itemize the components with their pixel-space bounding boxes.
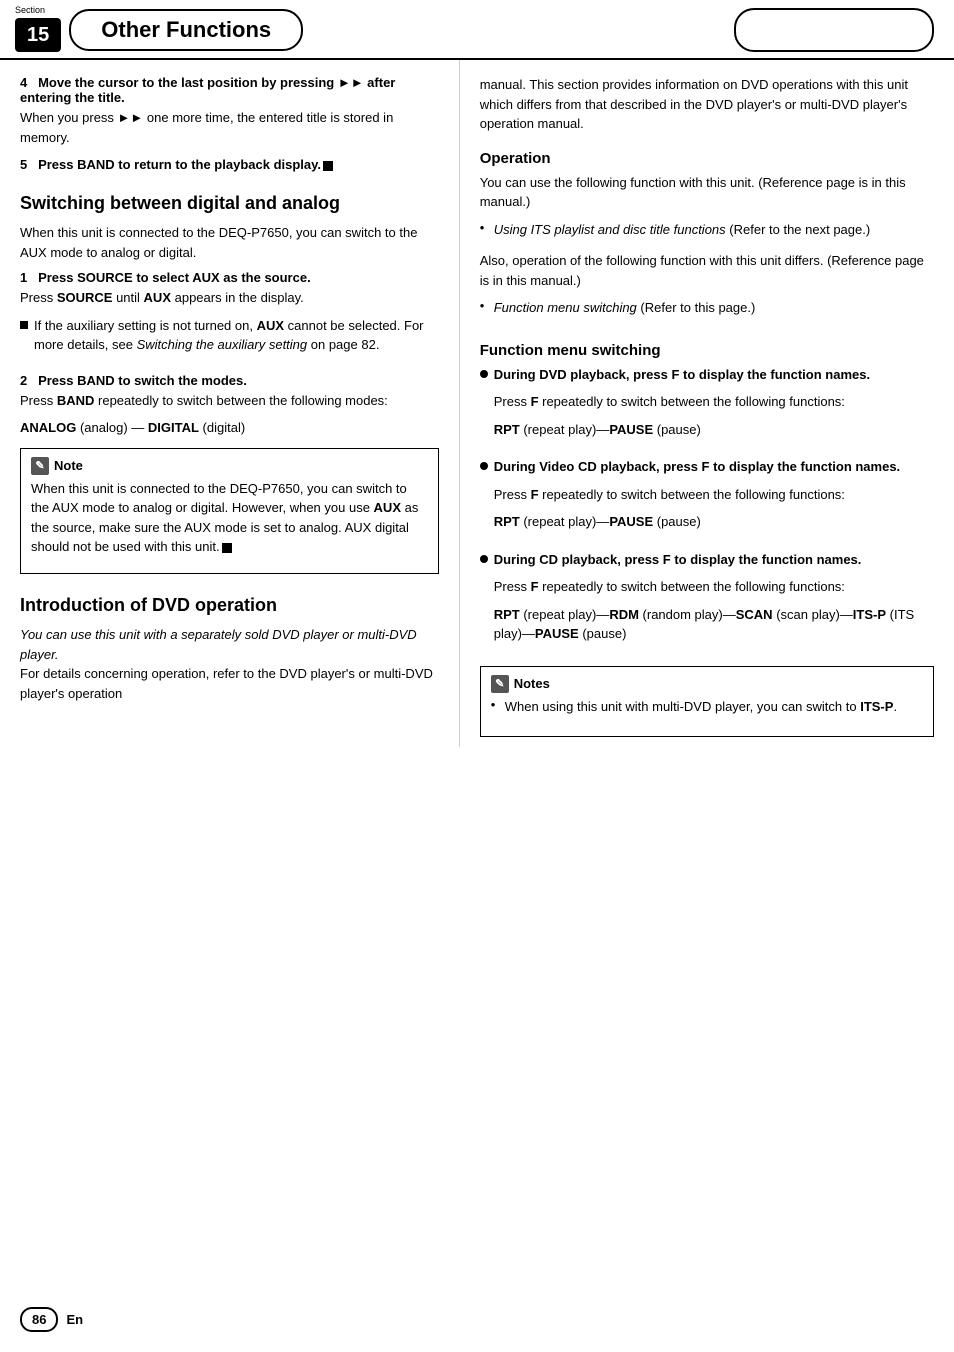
step1-title: 1 Press SOURCE to select AUX as the sour…	[20, 270, 439, 285]
op-bullet1: • Using ITS playlist and disc title func…	[480, 220, 934, 248]
fms-item2: During Video CD playback, press F to dis…	[480, 457, 934, 540]
op-bullet2-plain: (Refer to this page.)	[640, 300, 755, 315]
fms-bullet1-body: Press F repeatedly to switch between the…	[494, 392, 870, 412]
left-column: 4 Move the cursor to the last position b…	[20, 60, 459, 747]
notes-bullet-icon: •	[491, 697, 499, 725]
footer: 86 En	[20, 1307, 83, 1332]
lang-label: En	[66, 1312, 83, 1327]
step-2: 2 Press BAND to switch the modes. Press …	[20, 373, 439, 438]
dot-icon-3	[480, 555, 488, 563]
right-body1: manual. This section provides informatio…	[480, 75, 934, 134]
header-right-pill	[734, 8, 934, 52]
page-title: Other Functions	[69, 9, 303, 51]
fms-bullet2-body: Press F repeatedly to switch between the…	[494, 485, 900, 505]
fms-heading: Function menu switching	[480, 342, 934, 359]
note-icon: ✎	[31, 457, 49, 475]
bullet-icon: •	[480, 220, 488, 248]
notes-title: ✎ Notes	[491, 675, 923, 693]
step-1: 1 Press SOURCE to select AUX as the sour…	[20, 270, 439, 363]
fms-bullet3-functions: RPT (repeat play)—RDM (random play)—SCAN…	[494, 605, 934, 644]
section-number: 15	[15, 18, 61, 52]
header-left: 15 Other Functions	[15, 8, 303, 52]
op-bullet2: • Function menu switching (Refer to this…	[480, 298, 934, 326]
fms-item1: During DVD playback, press F to display …	[480, 365, 934, 448]
right-column: manual. This section provides informatio…	[459, 60, 934, 747]
notes-bullet1-text: When using this unit with multi-DVD play…	[505, 697, 897, 717]
fms-bullet1-functions: RPT (repeat play)—PAUSE (pause)	[494, 420, 870, 440]
page-number: 86	[20, 1307, 58, 1332]
note-box: ✎ Note When this unit is connected to th…	[20, 448, 439, 574]
step-4: 4 Move the cursor to the last position b…	[20, 75, 439, 147]
operation-heading: Operation	[480, 150, 934, 167]
fms-item3-content: During CD playback, press F to display t…	[494, 550, 934, 652]
fms-item1-content: During DVD playback, press F to display …	[494, 365, 870, 448]
op-body1: You can use the following function with …	[480, 173, 934, 212]
step2-title: 2 Press BAND to switch the modes.	[20, 373, 439, 388]
dot-icon-1	[480, 370, 488, 378]
fms-bullet3-body: Press F repeatedly to switch between the…	[494, 577, 934, 597]
page: Section 15 Other Functions 4 Move the cu…	[0, 0, 954, 1352]
step1-note: If the auxiliary setting is not turned o…	[20, 316, 439, 363]
notes-icon: ✎	[491, 675, 509, 693]
fms-item3: During CD playback, press F to display t…	[480, 550, 934, 652]
step5-title: 5 Press BAND to return to the playback d…	[20, 157, 439, 172]
op-bullet2-italic: Function menu switching	[494, 300, 637, 315]
header: Section 15 Other Functions	[0, 0, 954, 60]
switching-intro: When this unit is connected to the DEQ-P…	[20, 223, 439, 262]
dvd-intro-italic: You can use this unit with a separately …	[20, 625, 439, 703]
step2-body1: Press BAND repeatedly to switch between …	[20, 391, 439, 411]
step-5: 5 Press BAND to return to the playback d…	[20, 157, 439, 172]
op-bullet1-plain: (Refer to the next page.)	[729, 222, 870, 237]
notes-bullet1: • When using this unit with multi-DVD pl…	[491, 697, 923, 725]
op-body2: Also, operation of the following functio…	[480, 251, 934, 290]
fms-bullet2-functions: RPT (repeat play)—PAUSE (pause)	[494, 512, 900, 532]
square-bullet-icon	[20, 321, 28, 329]
step2-body2: ANALOG (analog) — DIGITAL (digital)	[20, 418, 439, 438]
dvd-intro-heading: Introduction of DVD operation	[20, 594, 439, 617]
notes-box: ✎ Notes • When using this unit with mult…	[480, 666, 934, 738]
dot-icon-2	[480, 462, 488, 470]
note-body: When this unit is connected to the DEQ-P…	[31, 479, 428, 557]
note-title: ✎ Note	[31, 457, 428, 475]
section-label: Section	[15, 5, 45, 15]
step1-body1: Press SOURCE until AUX appears in the di…	[20, 288, 439, 308]
step4-title: 4 Move the cursor to the last position b…	[20, 75, 439, 105]
bullet2-icon: •	[480, 298, 488, 326]
fms-item2-content: During Video CD playback, press F to dis…	[494, 457, 900, 540]
step4-body: When you press ►► one more time, the ent…	[20, 108, 439, 147]
op-bullet1-italic: Using ITS playlist and disc title functi…	[494, 222, 726, 237]
switching-heading: Switching between digital and analog	[20, 192, 439, 215]
notes-label: Notes	[514, 676, 550, 691]
main-content: 4 Move the cursor to the last position b…	[0, 60, 954, 747]
